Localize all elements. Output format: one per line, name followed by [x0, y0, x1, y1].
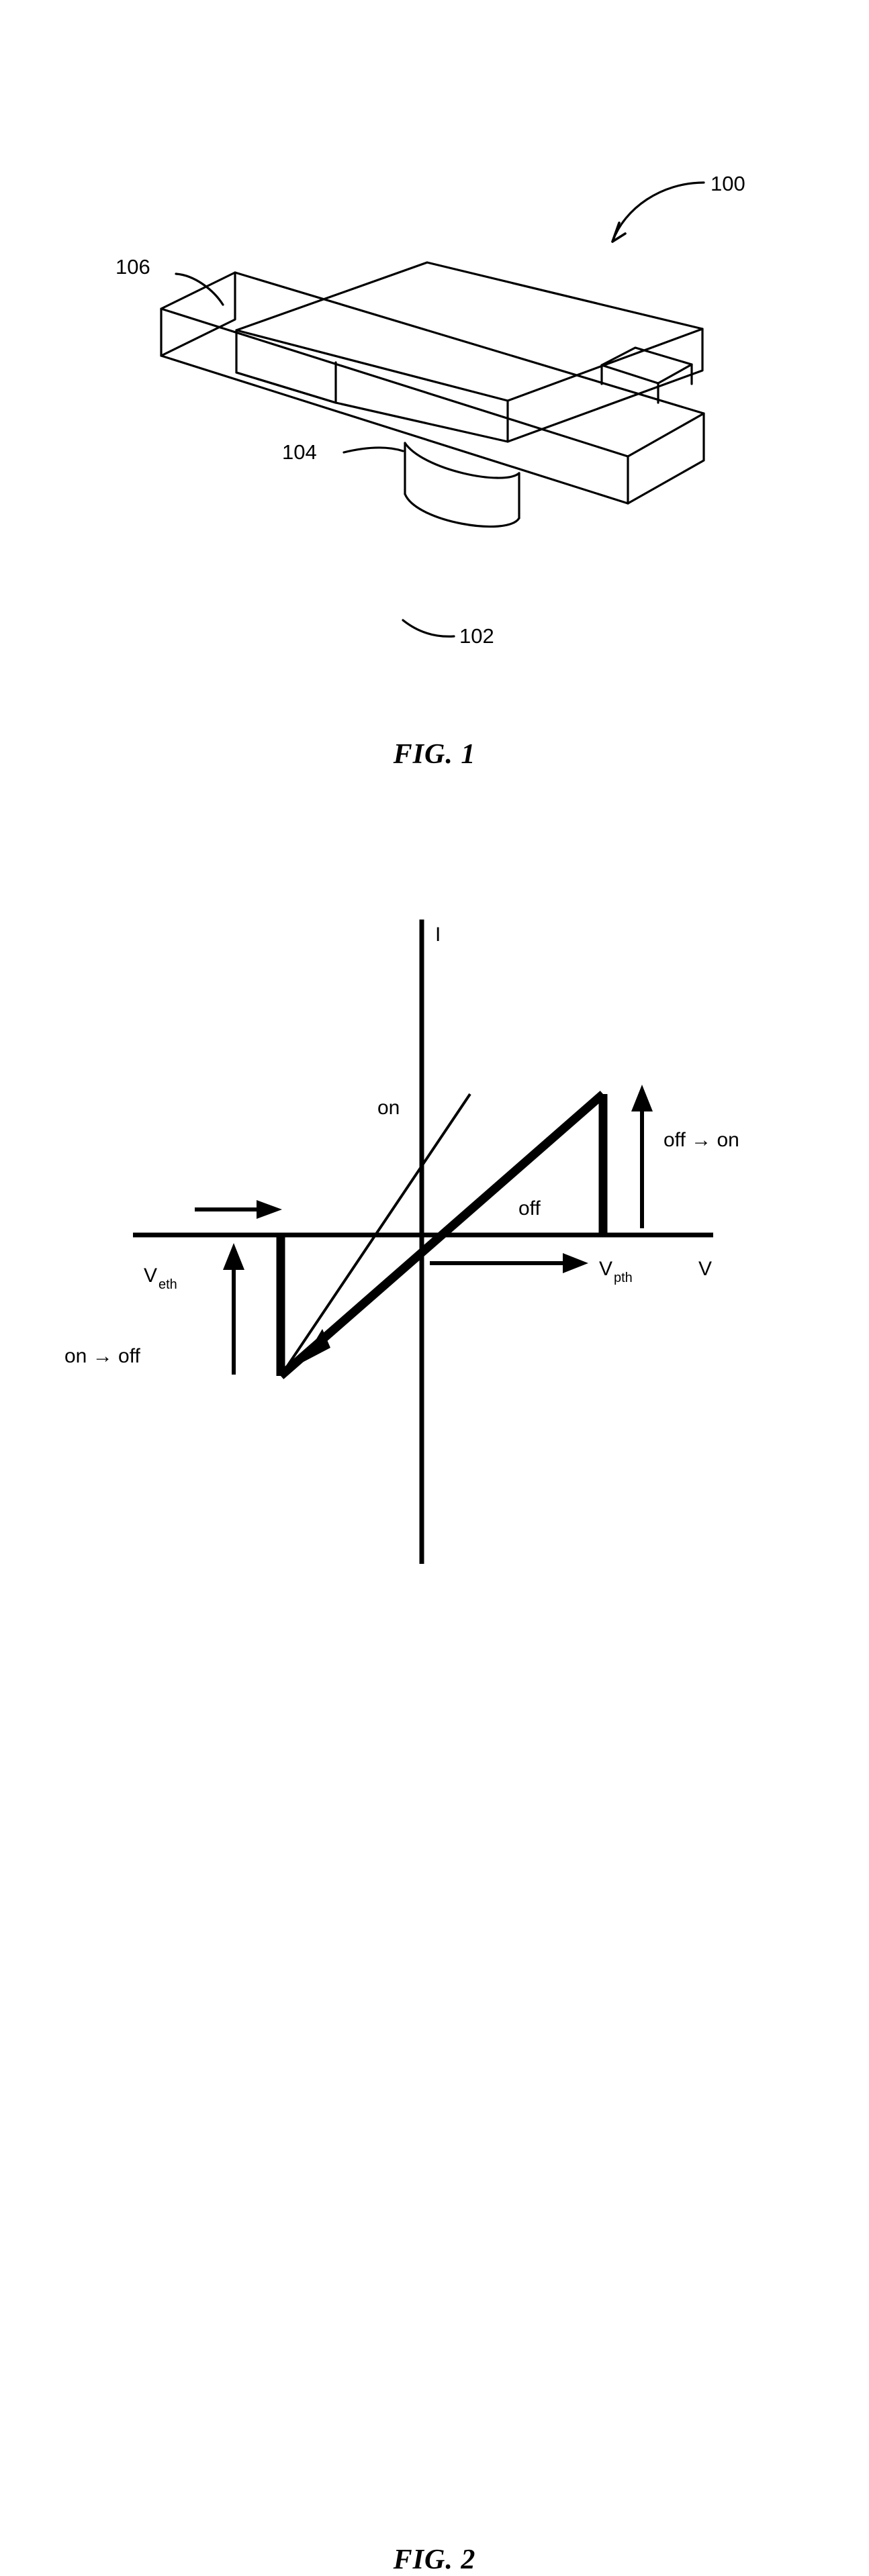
ref-numeral-100: 100 — [711, 172, 745, 195]
transition-label-off-to-on: off → on — [664, 1129, 739, 1151]
leader-line-104 — [342, 446, 404, 454]
sweep-arrow-lower — [430, 1253, 588, 1273]
off-to-on-arrow — [631, 1085, 653, 1228]
leader-line-102 — [402, 619, 455, 638]
threshold-label-veth: V eth — [144, 1265, 177, 1292]
figure-2-chart: I V on off off → on on → off V eth V pth — [64, 920, 739, 1564]
patent-drawing-sheet: 106 100 104 102 FIG. 1 I V on off off → … — [0, 0, 869, 2575]
on-to-off-arrow — [223, 1243, 244, 1375]
current-axis-label: I — [435, 924, 441, 946]
threshold-vpth-base: V — [599, 1258, 612, 1280]
threshold-label-vpth: V pth — [599, 1258, 633, 1285]
lower-nanowire-102 — [235, 261, 704, 443]
voltage-axis-label: V — [698, 1258, 712, 1280]
figure-2: I V on off off → on on → off V eth V pth… — [0, 893, 869, 2575]
figure-1-caption: FIG. 1 — [393, 739, 476, 770]
threshold-veth-base: V — [144, 1265, 157, 1287]
ref-numeral-106: 106 — [116, 255, 150, 279]
figure-1: 106 100 104 102 FIG. 1 — [0, 40, 869, 799]
upper-nanowire-106 — [160, 271, 705, 505]
leader-arrowhead-100 — [611, 221, 627, 243]
figure-1-drawing: 106 100 104 102 — [116, 172, 745, 648]
leader-line-100 — [611, 181, 705, 243]
sweep-arrow-upper — [195, 1200, 282, 1219]
contact-block — [600, 346, 693, 404]
transition-label-on-to-off: on → off — [64, 1345, 141, 1367]
threshold-vpth-sub: pth — [614, 1271, 633, 1285]
figure-2-caption: FIG. 2 — [393, 2544, 476, 2575]
state-label-off: off — [518, 1197, 541, 1220]
memristive-junction-104 — [404, 442, 520, 528]
threshold-veth-sub: eth — [158, 1277, 177, 1292]
ref-numeral-102: 102 — [459, 624, 494, 648]
ref-numeral-104: 104 — [282, 440, 317, 464]
state-label-on: on — [377, 1097, 400, 1119]
